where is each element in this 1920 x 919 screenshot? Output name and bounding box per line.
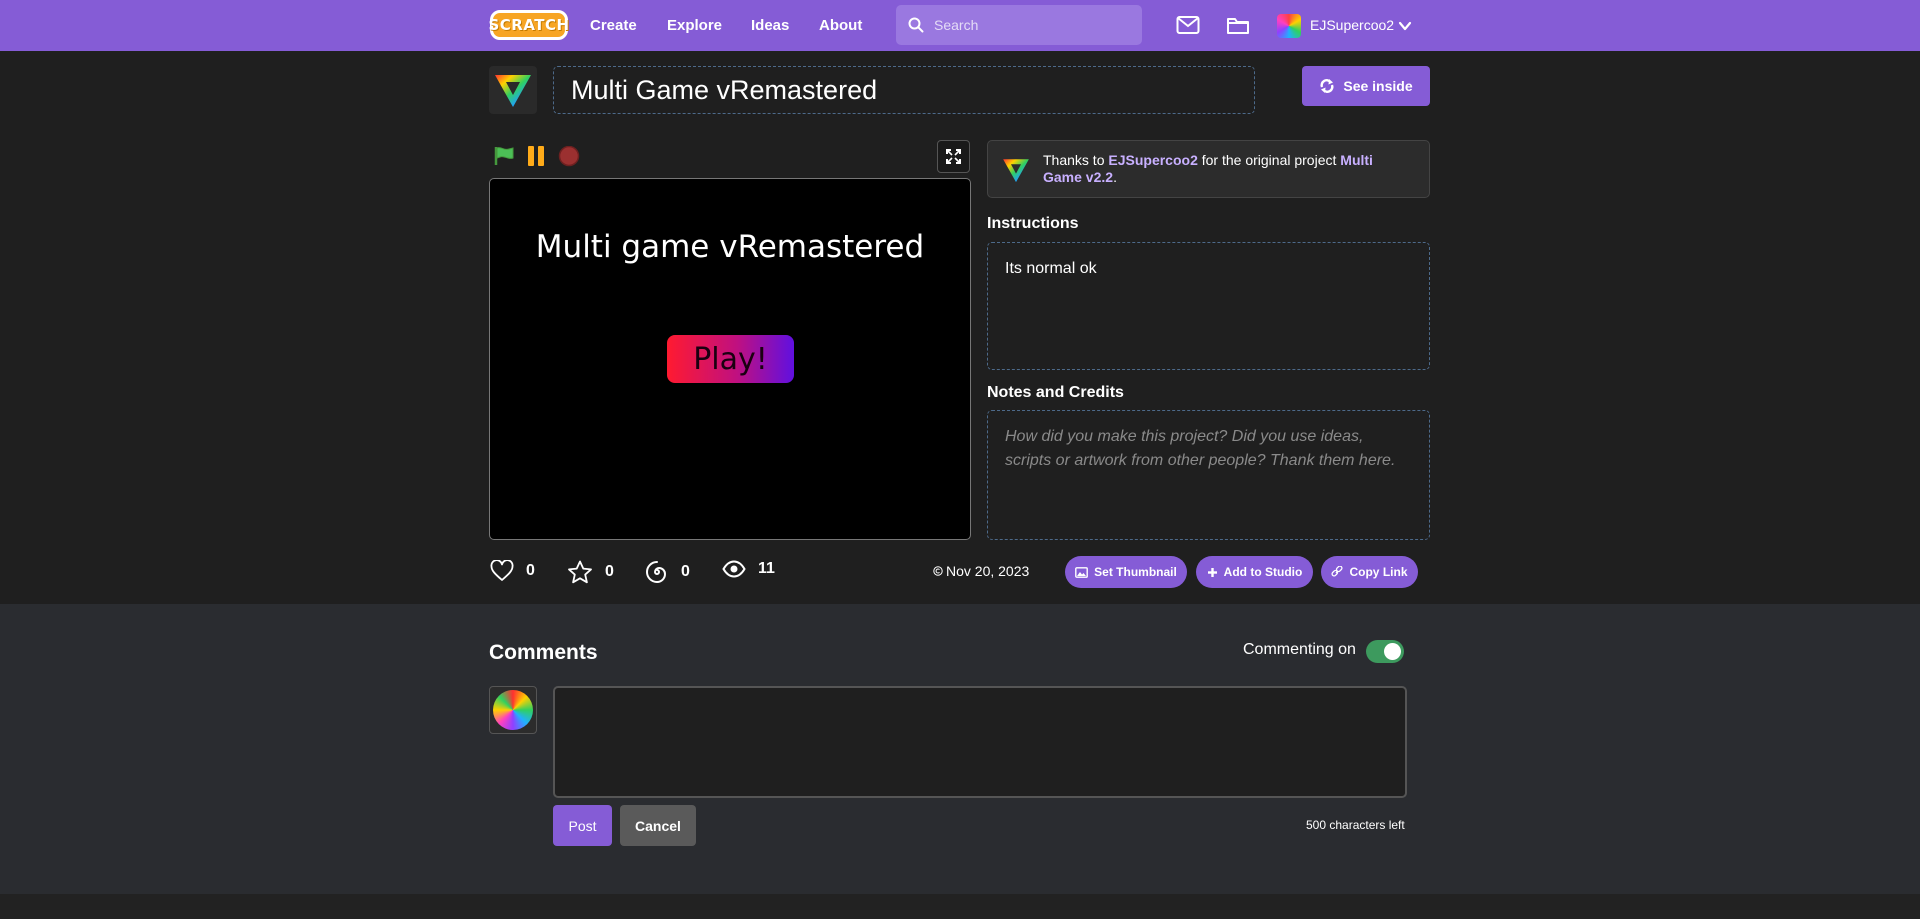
favorites-stat[interactable]: 0 xyxy=(567,560,614,584)
set-thumbnail-label: Set Thumbnail xyxy=(1094,565,1177,579)
messages-icon[interactable] xyxy=(1176,14,1200,36)
credit-suffix: . xyxy=(1113,169,1117,185)
commenting-toggle-label: Commenting on xyxy=(1243,641,1356,658)
commenting-toggle[interactable] xyxy=(1366,640,1404,663)
nav-link-explore[interactable]: Explore xyxy=(667,0,722,51)
nav-link-about[interactable]: About xyxy=(819,0,862,51)
credit-author-link[interactable]: EJSupercoo2 xyxy=(1108,152,1197,168)
cancel-button[interactable]: Cancel xyxy=(620,805,696,846)
comment-textarea[interactable] xyxy=(555,688,1405,796)
copy-link-label: Copy Link xyxy=(1349,565,1408,579)
favorites-count: 0 xyxy=(605,563,614,580)
credit-middle: for the original project xyxy=(1201,152,1337,168)
star-icon xyxy=(568,560,592,584)
loves-count: 0 xyxy=(526,562,535,579)
project-icon xyxy=(489,66,537,114)
top-nav: SCRATCH Create Explore Ideas About EJSup… xyxy=(0,0,1920,51)
set-thumbnail-button[interactable]: Set Thumbnail xyxy=(1065,556,1187,588)
post-button[interactable]: Post xyxy=(553,805,612,846)
search-icon xyxy=(908,17,924,33)
add-to-studio-label: Add to Studio xyxy=(1223,565,1303,579)
remixes-count: 0 xyxy=(681,563,690,580)
remix-credit-box: Thanks to EJSupercoo2 for the original p… xyxy=(987,140,1430,198)
copyright-icon xyxy=(933,566,943,576)
notes-textarea[interactable] xyxy=(1005,425,1412,525)
username-label[interactable]: EJSupercoo2 xyxy=(1310,0,1394,51)
copy-link-button[interactable]: Copy Link xyxy=(1321,556,1418,588)
credit-prefix: Thanks to xyxy=(1043,152,1105,168)
instructions-label: Instructions xyxy=(987,215,1079,232)
remix-credit-text: Thanks to EJSupercoo2 for the original p… xyxy=(1043,152,1413,186)
project-stage[interactable]: Multi game vRemastered Play! xyxy=(489,178,971,540)
instructions-box[interactable]: Its normal ok xyxy=(987,242,1430,370)
fullscreen-button[interactable] xyxy=(937,140,970,173)
see-inside-label: See inside xyxy=(1343,78,1413,94)
stage-play-button[interactable]: Play! xyxy=(667,335,794,383)
rainbow-triangle-icon xyxy=(495,75,531,107)
stage-title-text: Multi game vRemastered xyxy=(535,229,925,265)
fullscreen-icon xyxy=(946,149,961,164)
link-icon xyxy=(1331,566,1344,577)
plus-icon xyxy=(1207,567,1217,577)
instructions-text: Its normal ok xyxy=(1005,260,1097,277)
see-inside-button[interactable]: See inside xyxy=(1302,66,1430,106)
comment-input-box xyxy=(553,686,1407,798)
image-icon xyxy=(1075,566,1089,578)
comments-title: Comments xyxy=(489,641,598,664)
footer xyxy=(0,894,1920,919)
stop-icon[interactable] xyxy=(558,146,580,168)
green-flag-icon[interactable] xyxy=(493,146,515,166)
nav-link-create[interactable]: Create xyxy=(590,0,637,51)
share-date-text: Nov 20, 2023 xyxy=(946,563,1030,579)
user-avatar[interactable] xyxy=(1277,14,1301,38)
pause-icon[interactable] xyxy=(526,146,548,166)
my-stuff-folder-icon[interactable] xyxy=(1226,14,1250,36)
notes-label: Notes and Credits xyxy=(987,384,1124,401)
chevron-down-icon[interactable] xyxy=(1398,19,1412,33)
rainbow-triangle-icon xyxy=(1003,159,1029,183)
project-title[interactable]: Multi Game vRemastered xyxy=(553,66,1255,114)
remixes-stat: 0 xyxy=(645,560,690,584)
eye-icon xyxy=(722,560,746,578)
share-date: Nov 20, 2023 xyxy=(933,563,1029,579)
loves-stat[interactable]: 0 xyxy=(490,560,535,582)
search-input[interactable] xyxy=(934,17,1124,33)
views-stat: 11 xyxy=(722,560,775,578)
remix-spiral-icon xyxy=(645,561,667,584)
views-count: 11 xyxy=(758,560,775,577)
heart-icon xyxy=(490,560,514,581)
nav-link-ideas[interactable]: Ideas xyxy=(751,0,789,51)
comment-avatar xyxy=(489,686,537,734)
scratch-logo[interactable]: SCRATCH xyxy=(488,10,569,40)
notes-box xyxy=(987,410,1430,540)
search-bar xyxy=(896,5,1142,45)
characters-left: 500 characters left xyxy=(1306,818,1405,832)
remix-arrows-icon xyxy=(1320,79,1334,93)
add-to-studio-button[interactable]: Add to Studio xyxy=(1196,556,1313,588)
